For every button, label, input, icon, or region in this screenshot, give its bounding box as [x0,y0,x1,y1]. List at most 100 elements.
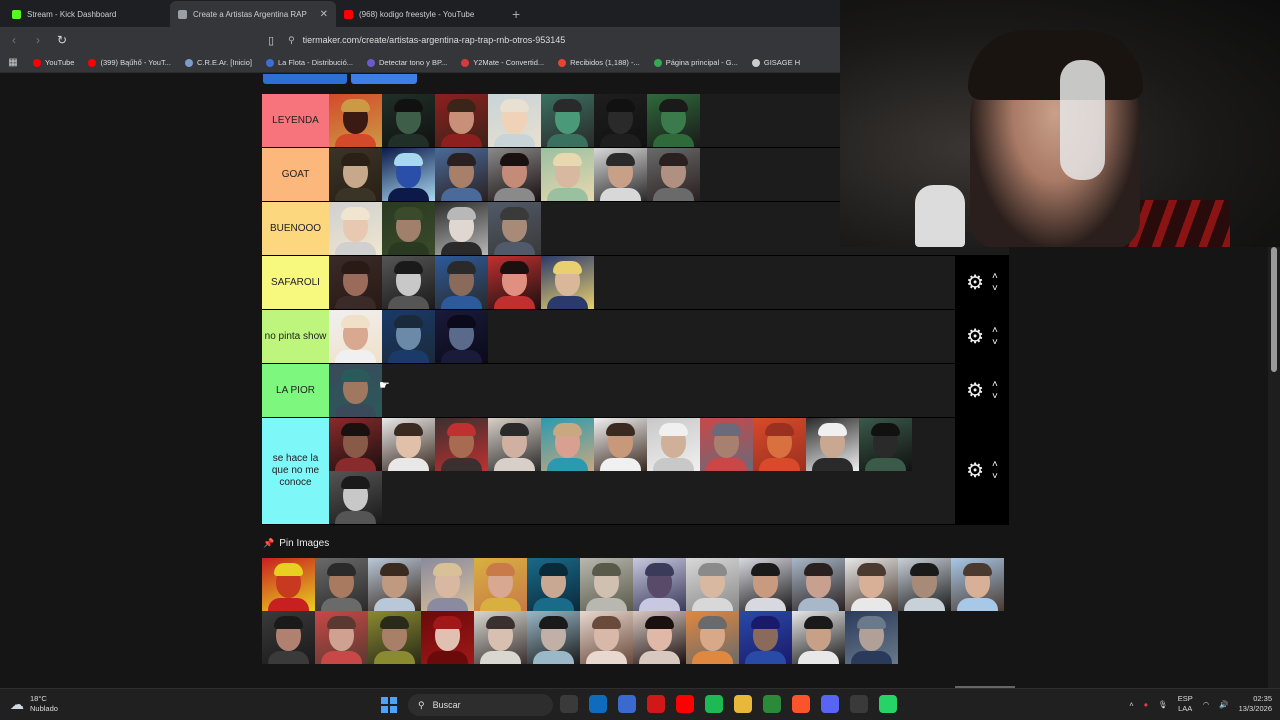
pool-image[interactable] [421,558,474,611]
chevron-down-icon[interactable]: ˅ [992,391,998,403]
artist-image[interactable] [382,418,435,471]
tier-label[interactable]: GOAT [262,148,329,201]
bookmark-item[interactable]: La Flota - Distribució... [259,58,360,67]
tier-items[interactable] [329,310,1009,363]
pool-image[interactable] [474,611,527,664]
artist-image[interactable] [329,94,382,147]
artist-image[interactable] [329,418,382,471]
tier-label[interactable]: LA PIOR [262,364,329,417]
chevron-down-icon[interactable]: ˅ [992,283,998,295]
bookmark-item[interactable]: YouTube [26,58,81,67]
artist-image[interactable] [435,310,488,363]
pool-image[interactable] [262,558,315,611]
artist-image[interactable] [753,418,806,471]
file-explorer-icon[interactable] [560,695,578,713]
forward-icon[interactable]: › [28,33,48,47]
pool-image[interactable] [792,558,845,611]
new-tab-button[interactable]: + [502,6,530,27]
artist-image[interactable] [382,310,435,363]
vertical-scrollbar[interactable] [1268,247,1280,688]
artist-image[interactable] [329,364,382,417]
back-icon[interactable]: ‹ [4,33,24,47]
pool-image[interactable] [951,558,1004,611]
tier-label[interactable]: BUENOOO [262,202,329,255]
artist-image[interactable] [435,202,488,255]
artist-image[interactable] [647,94,700,147]
artist-image[interactable] [859,418,912,471]
language-indicator[interactable]: ESP LAA [1178,694,1193,714]
taskbar-search[interactable]: ⚲ Buscar [408,694,553,716]
artist-image[interactable] [541,256,594,309]
artist-image[interactable] [435,256,488,309]
artist-image[interactable] [329,256,382,309]
brave-icon[interactable] [792,695,810,713]
bookmark-item[interactable]: C.R.E.Ar. [Inicio] [178,58,259,67]
artist-image[interactable] [488,148,541,201]
pool-image[interactable] [633,558,686,611]
pool-image[interactable] [262,611,315,664]
scrollbar-thumb[interactable] [1271,247,1277,372]
artist-image[interactable] [594,94,647,147]
save-button[interactable] [263,74,347,84]
artist-image[interactable] [329,148,382,201]
pool-image[interactable] [315,611,368,664]
pool-image[interactable] [580,611,633,664]
artist-image[interactable] [382,94,435,147]
wifi-icon[interactable]: ◠ [1203,700,1210,709]
reload-icon[interactable]: ↻ [52,33,72,47]
bookmark-item[interactable]: GISAGE H [745,58,807,67]
browser-tab[interactable]: (968) kodigo freestyle - YouTube [336,1,502,27]
browser-tab[interactable]: Stream - Kick Dashboard [4,1,170,27]
chevron-up-icon[interactable]: ˄ [992,379,998,391]
youtube-icon[interactable] [676,695,694,713]
bookmark-item[interactable]: Recibidos (1,188) -... [551,58,647,67]
weather-widget[interactable]: ☁ 18°C Nublado [10,694,58,714]
whatsapp-icon[interactable] [879,695,897,713]
gear-icon[interactable]: ⚙ [966,381,984,401]
spotify-icon[interactable] [705,695,723,713]
bookmark-item[interactable]: (399) Bąűhő - YouT... [81,58,177,67]
close-tab-icon[interactable]: ✕ [320,9,328,20]
pool-image[interactable] [580,558,633,611]
browser-tab[interactable]: Create a Artistas Argentina RAP ✕ [170,1,336,27]
tier-items[interactable] [329,364,1009,417]
clock[interactable]: 02:35 13/3/2026 [1239,694,1272,714]
artist-image[interactable] [594,418,647,471]
artist-image[interactable] [700,418,753,471]
artist-image[interactable] [488,94,541,147]
chevron-down-icon[interactable]: ˅ [992,337,998,349]
pool-image[interactable] [368,611,421,664]
pool-image[interactable] [739,558,792,611]
tier-label[interactable]: no pinta show [262,310,329,363]
artist-image[interactable] [435,94,488,147]
tier-label[interactable]: se hace la que no me conoce [262,418,329,524]
pool-image[interactable] [315,558,368,611]
folder-icon[interactable] [734,695,752,713]
pool-image[interactable] [686,558,739,611]
pool-image[interactable] [368,558,421,611]
windows-start-icon[interactable] [381,697,397,713]
chevron-up-icon[interactable]: ˄ [992,459,998,471]
artist-image[interactable] [647,418,700,471]
mic-icon[interactable]: 🎙 [1158,700,1168,709]
artist-image[interactable] [329,471,382,524]
pool-image[interactable] [527,558,580,611]
artist-image[interactable] [541,94,594,147]
pool-image[interactable] [633,611,686,664]
artist-image[interactable] [647,148,700,201]
gear-icon[interactable]: ⚙ [966,461,984,481]
artist-image[interactable] [329,202,382,255]
artist-image[interactable] [435,148,488,201]
tier-label[interactable]: SAFAROLI [262,256,329,309]
artist-image[interactable] [806,418,859,471]
site-info-icon[interactable]: ⚲ [288,35,295,46]
bookmark-item[interactable]: Y2Mate - Convertid... [454,58,551,67]
pool-image[interactable] [474,558,527,611]
download-button[interactable] [351,74,417,84]
pool-image[interactable] [527,611,580,664]
bittorrent-icon[interactable] [763,695,781,713]
artist-image[interactable] [541,148,594,201]
pool-image[interactable] [792,611,845,664]
bookmark-item[interactable]: Detectar tono y BP... [360,58,454,67]
apps-grid-icon[interactable]: ▦ [0,57,26,68]
